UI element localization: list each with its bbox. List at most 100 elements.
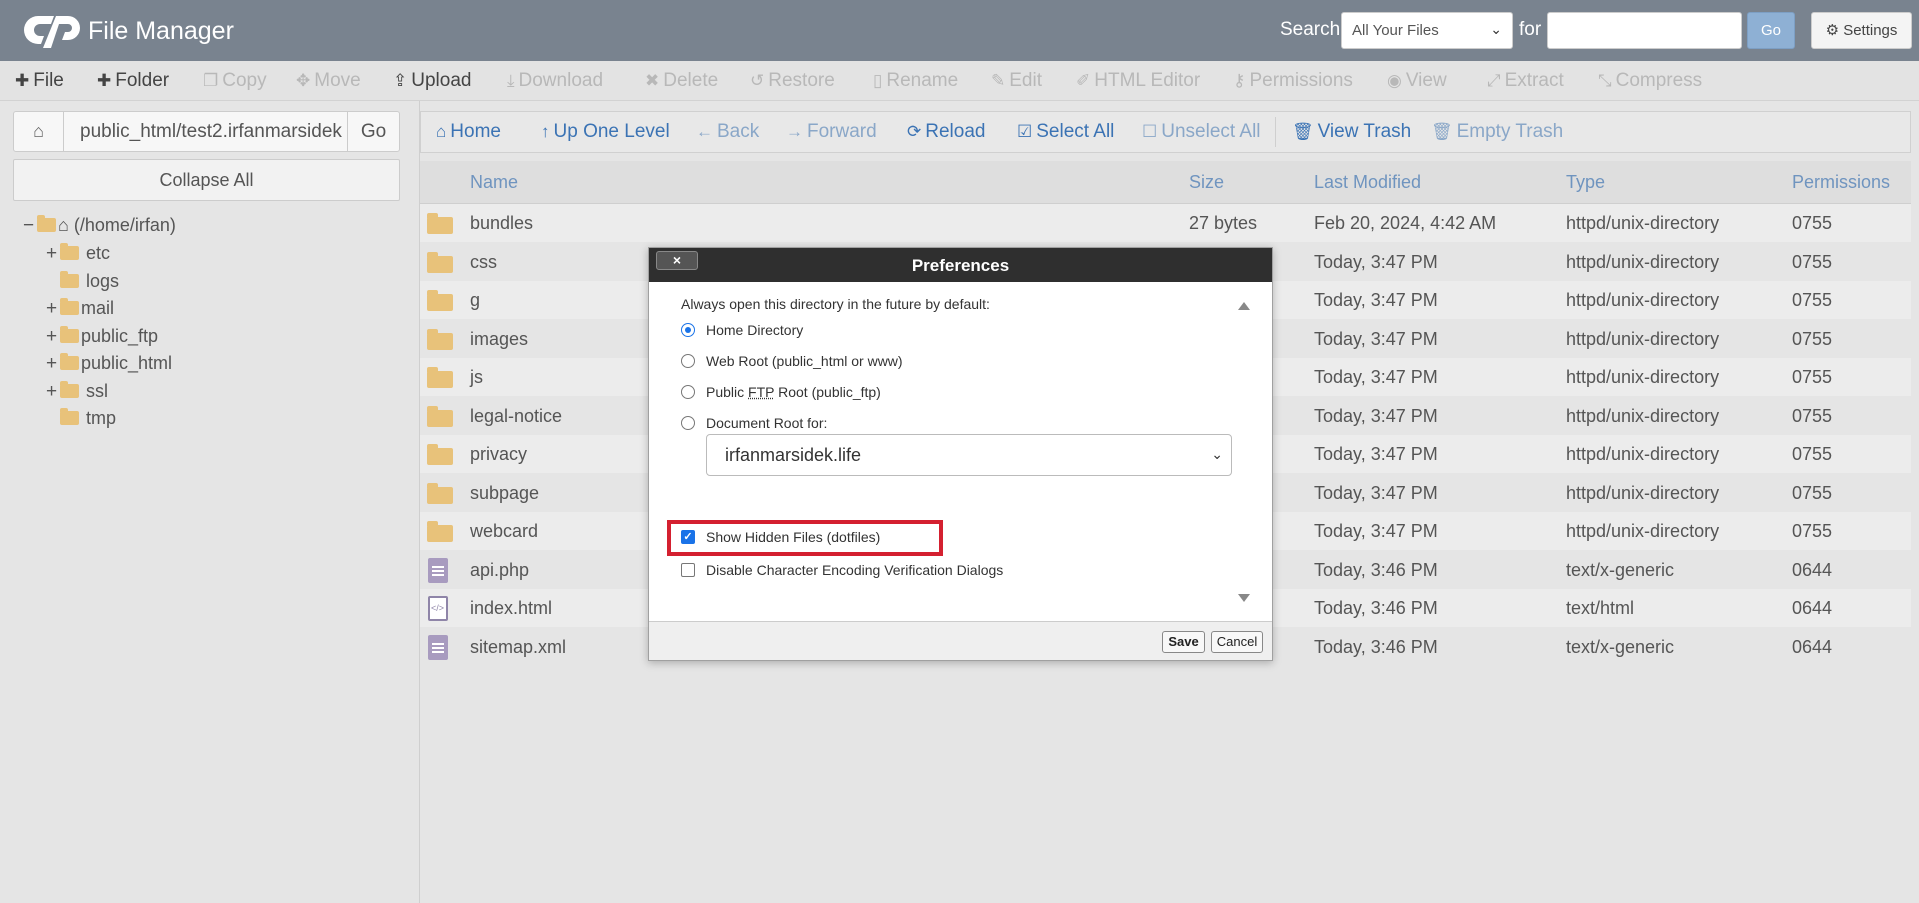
tree-item-public-ftp[interactable]: + public_ftp <box>46 326 158 348</box>
column-last-modified[interactable]: Last Modified <box>1314 172 1421 193</box>
select-all-button[interactable]: ☑ Select All <box>1017 121 1114 143</box>
home-nav-button[interactable]: ⌂ Home <box>436 121 501 143</box>
column-permissions[interactable]: Permissions <box>1792 172 1890 193</box>
restore-button[interactable]: ↺ Restore <box>750 70 835 92</box>
file-type: text/x-generic <box>1566 560 1675 580</box>
table-row[interactable]: bundles 27 bytes Feb 20, 2024, 4:42 AM h… <box>420 204 1911 242</box>
plus-icon: ✚ <box>15 71 30 90</box>
plus-icon[interactable]: + <box>46 298 60 320</box>
permissions-button[interactable]: ⚷ Permissions <box>1233 70 1353 92</box>
folder-icon <box>427 406 453 427</box>
rename-label: Rename <box>886 70 959 91</box>
empty-trash-button[interactable]: 🗑 Empty Trash <box>1431 121 1563 143</box>
file-perms: 0644 <box>1792 598 1833 618</box>
view-button[interactable]: ◉ View <box>1387 70 1447 92</box>
edit-button[interactable]: ✎ Edit <box>991 70 1042 92</box>
web-root-label[interactable]: Web Root (public_html or www) <box>706 353 903 369</box>
up-one-level-button[interactable]: ↑ Up One Level <box>541 121 670 143</box>
cancel-button[interactable]: Cancel <box>1211 631 1263 653</box>
extract-button[interactable]: ⤢ Extract <box>1487 70 1564 92</box>
public-ftp-root-radio[interactable] <box>681 385 695 399</box>
dialog-header[interactable]: Preferences × <box>649 248 1272 282</box>
folder-icon <box>427 521 453 542</box>
plus-icon: ✚ <box>97 71 112 90</box>
tree-item-etc[interactable]: + etc <box>46 243 110 265</box>
column-name[interactable]: Name <box>470 172 518 193</box>
new-file-button[interactable]: ✚ File <box>15 70 64 92</box>
folder-icon <box>60 271 79 288</box>
file-type: httpd/unix-directory <box>1566 329 1720 349</box>
tree-item-ssl[interactable]: + ssl <box>46 381 108 403</box>
file-type: httpd/unix-directory <box>1566 406 1720 426</box>
file-name: js <box>470 367 483 387</box>
file-type: httpd/unix-directory <box>1566 521 1720 541</box>
document-root-label[interactable]: Document Root for: <box>706 415 827 431</box>
disable-encoding-checkbox[interactable] <box>681 563 695 577</box>
path-go-button[interactable]: Go <box>347 112 399 151</box>
home-icon[interactable]: ⌂ <box>14 112 64 151</box>
preferences-dialog: Preferences × Always open this directory… <box>648 247 1273 661</box>
checkbox-checked-icon: ☑ <box>1017 122 1033 141</box>
plus-icon[interactable]: + <box>46 243 60 265</box>
column-size[interactable]: Size <box>1189 172 1224 193</box>
folder-open-icon <box>37 215 56 232</box>
minus-icon[interactable]: − <box>23 215 37 237</box>
disable-encoding-label[interactable]: Disable Character Encoding Verification … <box>706 562 1003 578</box>
home-directory-radio[interactable] <box>681 323 695 337</box>
download-button[interactable]: ⤓ Download <box>507 70 603 92</box>
plus-icon[interactable]: + <box>46 326 60 348</box>
search-scope-select[interactable]: All Your Files ⌄ <box>1341 12 1513 49</box>
folder-icon <box>427 213 453 234</box>
copy-button[interactable]: ❐ Copy <box>203 70 267 92</box>
rename-button[interactable]: ▯ Rename <box>873 70 958 92</box>
tree-item-mail[interactable]: + mail <box>46 298 114 320</box>
document-root-radio[interactable] <box>681 416 695 430</box>
tree-item-tmp[interactable]: tmp <box>46 408 116 429</box>
scroll-down-icon[interactable] <box>1238 594 1250 602</box>
settings-button[interactable]: ⚙ Settings <box>1811 12 1912 49</box>
file-name: legal-notice <box>470 406 563 426</box>
tree-item-logs[interactable]: logs <box>46 271 119 292</box>
home-directory-label[interactable]: Home Directory <box>706 322 803 338</box>
plus-icon[interactable]: + <box>46 381 60 403</box>
tree-root[interactable]: − ⌂ (/home/irfan) <box>23 215 176 237</box>
search-go-button[interactable]: Go <box>1747 12 1795 49</box>
reload-button[interactable]: ⟳ Reload <box>907 121 985 143</box>
compress-button[interactable]: ⤡ Compress <box>1598 70 1702 92</box>
collapse-all-button[interactable]: Collapse All <box>13 159 400 201</box>
tree-item-public-html[interactable]: + public_html <box>46 353 172 375</box>
file-name: privacy <box>470 444 528 464</box>
pencil-icon: ✎ <box>991 71 1006 90</box>
html-editor-button[interactable]: ✐ HTML Editor <box>1076 70 1200 92</box>
file-modified: Today, 3:47 PM <box>1314 483 1438 503</box>
home-nav-label: Home <box>450 121 501 142</box>
show-hidden-files-label[interactable]: Show Hidden Files (dotfiles) <box>706 529 880 545</box>
unselect-all-button[interactable]: ☐ Unselect All <box>1142 121 1261 143</box>
show-hidden-files-checkbox[interactable]: ✓ <box>681 530 695 544</box>
document-root-select[interactable]: irfanmarsidek.life ⌄ <box>706 434 1232 476</box>
public-ftp-root-label[interactable]: Public FTP Root (public_ftp) <box>706 384 881 400</box>
file-type: httpd/unix-directory <box>1566 252 1720 272</box>
app-title: File Manager <box>88 17 234 45</box>
move-button[interactable]: ✥ Move <box>296 70 361 92</box>
file-perms: 0755 <box>1792 406 1833 426</box>
trash-icon: 🗑 <box>1431 122 1453 141</box>
new-folder-button[interactable]: ✚ Folder <box>97 70 169 92</box>
web-root-radio[interactable] <box>681 354 695 368</box>
forward-button[interactable]: → Forward <box>786 121 877 143</box>
plus-icon[interactable]: + <box>46 353 60 375</box>
back-button[interactable]: ← Back <box>696 121 759 143</box>
copy-label: Copy <box>222 70 267 91</box>
view-trash-button[interactable]: 🗑 View Trash <box>1292 121 1411 143</box>
upload-button[interactable]: ⇪ Upload <box>393 70 471 92</box>
column-type[interactable]: Type <box>1566 172 1605 193</box>
tree-label: ssl <box>86 381 109 401</box>
save-button[interactable]: Save <box>1162 631 1205 653</box>
close-icon[interactable]: × <box>656 251 698 270</box>
folder-icon <box>427 444 453 465</box>
search-input[interactable] <box>1547 12 1742 49</box>
scroll-up-icon[interactable] <box>1238 302 1250 310</box>
html-file-icon <box>428 596 448 621</box>
delete-button[interactable]: ✖ Delete <box>645 70 718 92</box>
path-input[interactable]: public_html/test2.irfanmarsidek <box>80 121 346 143</box>
